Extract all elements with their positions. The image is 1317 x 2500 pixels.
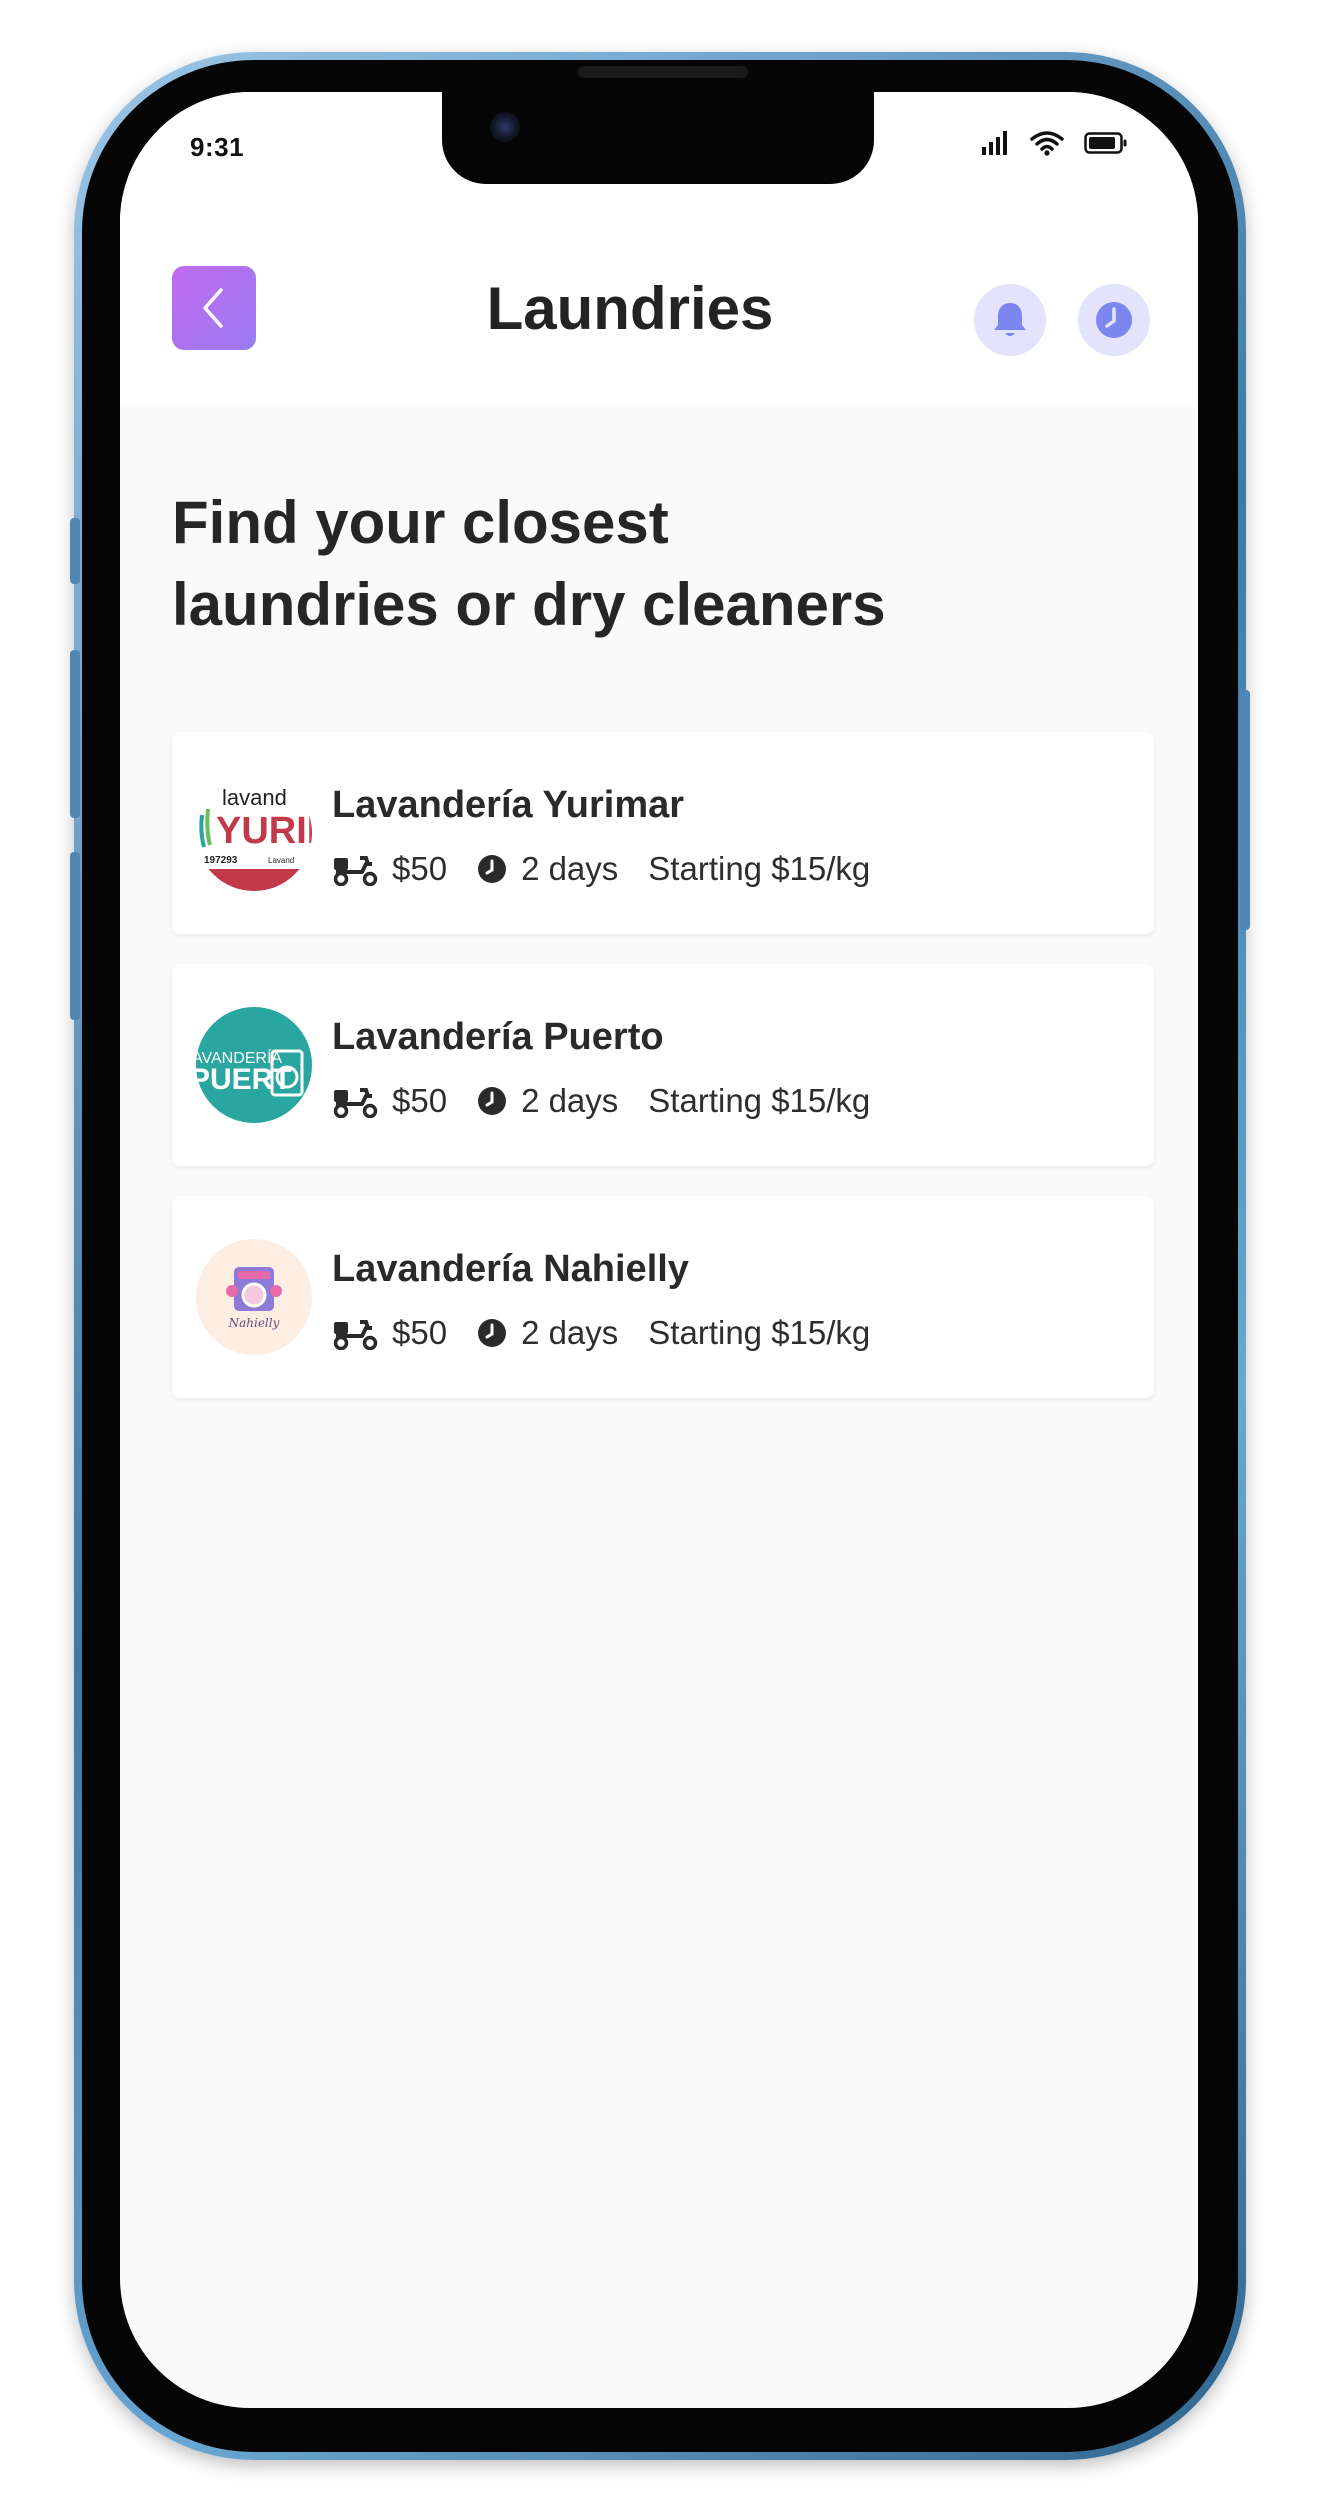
page-title: Laundries xyxy=(486,275,774,342)
earpiece-speaker xyxy=(578,66,748,78)
delivery-scooter-icon xyxy=(332,1084,378,1118)
front-camera xyxy=(490,112,520,142)
turnaround-time: 2 days xyxy=(521,1082,619,1119)
headline-line-1: Find your closest xyxy=(172,489,669,556)
clock-icon xyxy=(477,854,507,884)
back-button[interactable] xyxy=(172,266,256,350)
laundry-card[interactable]: Nahielly Lavandería Nahielly $50 2 days … xyxy=(172,1196,1154,1398)
volume-up-button xyxy=(70,650,80,818)
delivery-price: $50 xyxy=(392,1314,448,1351)
laundry-name: Lavandería Yurimar xyxy=(332,784,685,826)
clock-icon xyxy=(477,1318,507,1348)
laundry-meta: $50 2 days Starting $15/kg xyxy=(332,1082,870,1120)
volume-down-button xyxy=(70,852,80,1020)
chevron-left-icon xyxy=(203,288,223,328)
laundry-name: Lavandería Puerto xyxy=(332,1016,664,1058)
wifi-icon xyxy=(1030,130,1064,161)
laundry-logo: lavand YURIM 197293 Lavand xyxy=(196,775,312,891)
laundry-name: Lavandería Nahielly xyxy=(332,1248,689,1290)
delivery-scooter-icon xyxy=(332,852,378,886)
laundry-logo: AVANDERÍA PUERT xyxy=(196,1007,312,1123)
logo-text-2: YURIM xyxy=(216,810,312,852)
delivery-price: $50 xyxy=(392,850,448,887)
logo-text-4: Lavand xyxy=(268,856,294,865)
turnaround-time: 2 days xyxy=(521,1314,619,1351)
delivery-scooter-icon xyxy=(332,1316,378,1350)
power-button xyxy=(1240,690,1250,930)
device-mockup: 9:31 Laundries Find your closest laundri… xyxy=(0,0,1317,2500)
delivery-price: $50 xyxy=(392,1082,448,1119)
logo-text-3: 197293 xyxy=(204,855,238,866)
status-icons xyxy=(982,130,1128,161)
clock-icon xyxy=(477,1086,507,1116)
clock-icon xyxy=(1096,302,1132,338)
cellular-signal-icon xyxy=(982,131,1010,160)
laundry-meta: $50 2 days Starting $15/kg xyxy=(332,1314,870,1352)
price-per-kg: Starting $15/kg xyxy=(648,1314,871,1351)
notifications-button[interactable] xyxy=(974,284,1046,356)
logo-text-1: lavand xyxy=(222,785,287,810)
headline-line-2: laundries or dry cleaners xyxy=(172,571,886,638)
status-time: 9:31 xyxy=(190,132,245,162)
silent-switch xyxy=(70,518,80,584)
laundry-logo: Nahielly xyxy=(196,1239,312,1355)
logo-text-1: Nahielly xyxy=(228,1316,280,1330)
bell-icon xyxy=(994,303,1026,336)
turnaround-time: 2 days xyxy=(521,850,619,887)
laundry-meta: $50 2 days Starting $15/kg xyxy=(332,850,870,888)
notch xyxy=(442,92,874,184)
app-screen: 9:31 Laundries Find your closest laundri… xyxy=(120,92,1198,2408)
laundry-card[interactable]: AVANDERÍA PUERT Lavandería Puerto $50 2 … xyxy=(172,964,1154,1166)
page-headline: Find your closest laundries or dry clean… xyxy=(172,482,1072,646)
price-per-kg: Starting $15/kg xyxy=(648,1082,871,1119)
price-per-kg: Starting $15/kg xyxy=(648,850,871,887)
battery-icon xyxy=(1084,131,1128,160)
laundry-card[interactable]: lavand YURIM 197293 Lavand Lavandería Yu… xyxy=(172,732,1154,934)
history-button[interactable] xyxy=(1078,284,1150,356)
